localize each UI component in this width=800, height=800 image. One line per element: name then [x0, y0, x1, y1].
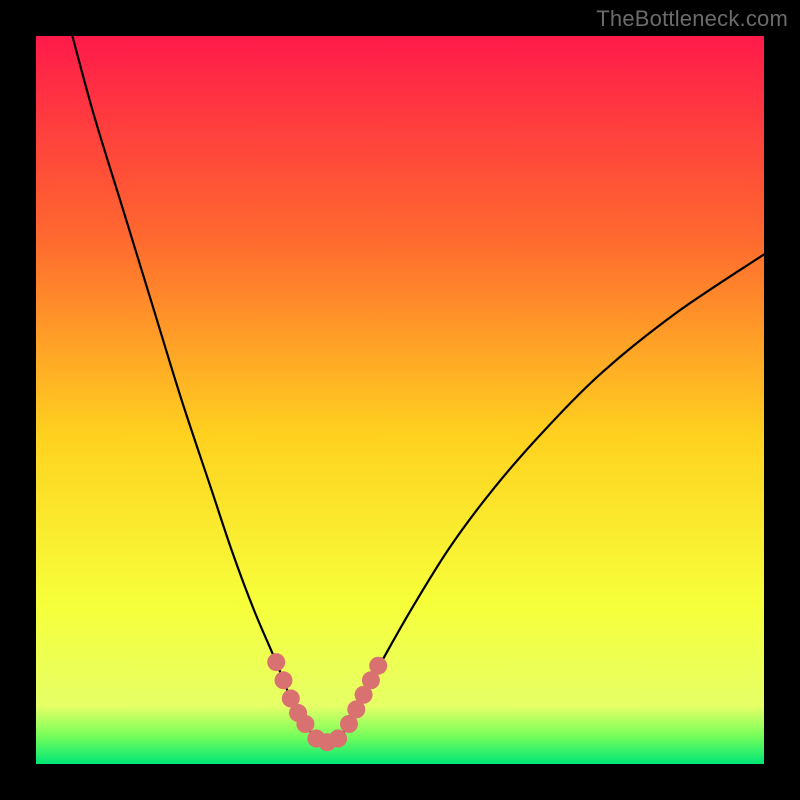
marker-group [267, 653, 387, 751]
chart-stage: TheBottleneck.com [0, 0, 800, 800]
marker-dot [267, 653, 285, 671]
marker-dot [275, 671, 293, 689]
watermark-text: TheBottleneck.com [596, 6, 788, 32]
curve-layer [36, 36, 764, 764]
bottleneck-curve [72, 36, 764, 742]
marker-dot [329, 730, 347, 748]
marker-dot [296, 715, 314, 733]
plot-area [36, 36, 764, 764]
marker-dot [369, 657, 387, 675]
